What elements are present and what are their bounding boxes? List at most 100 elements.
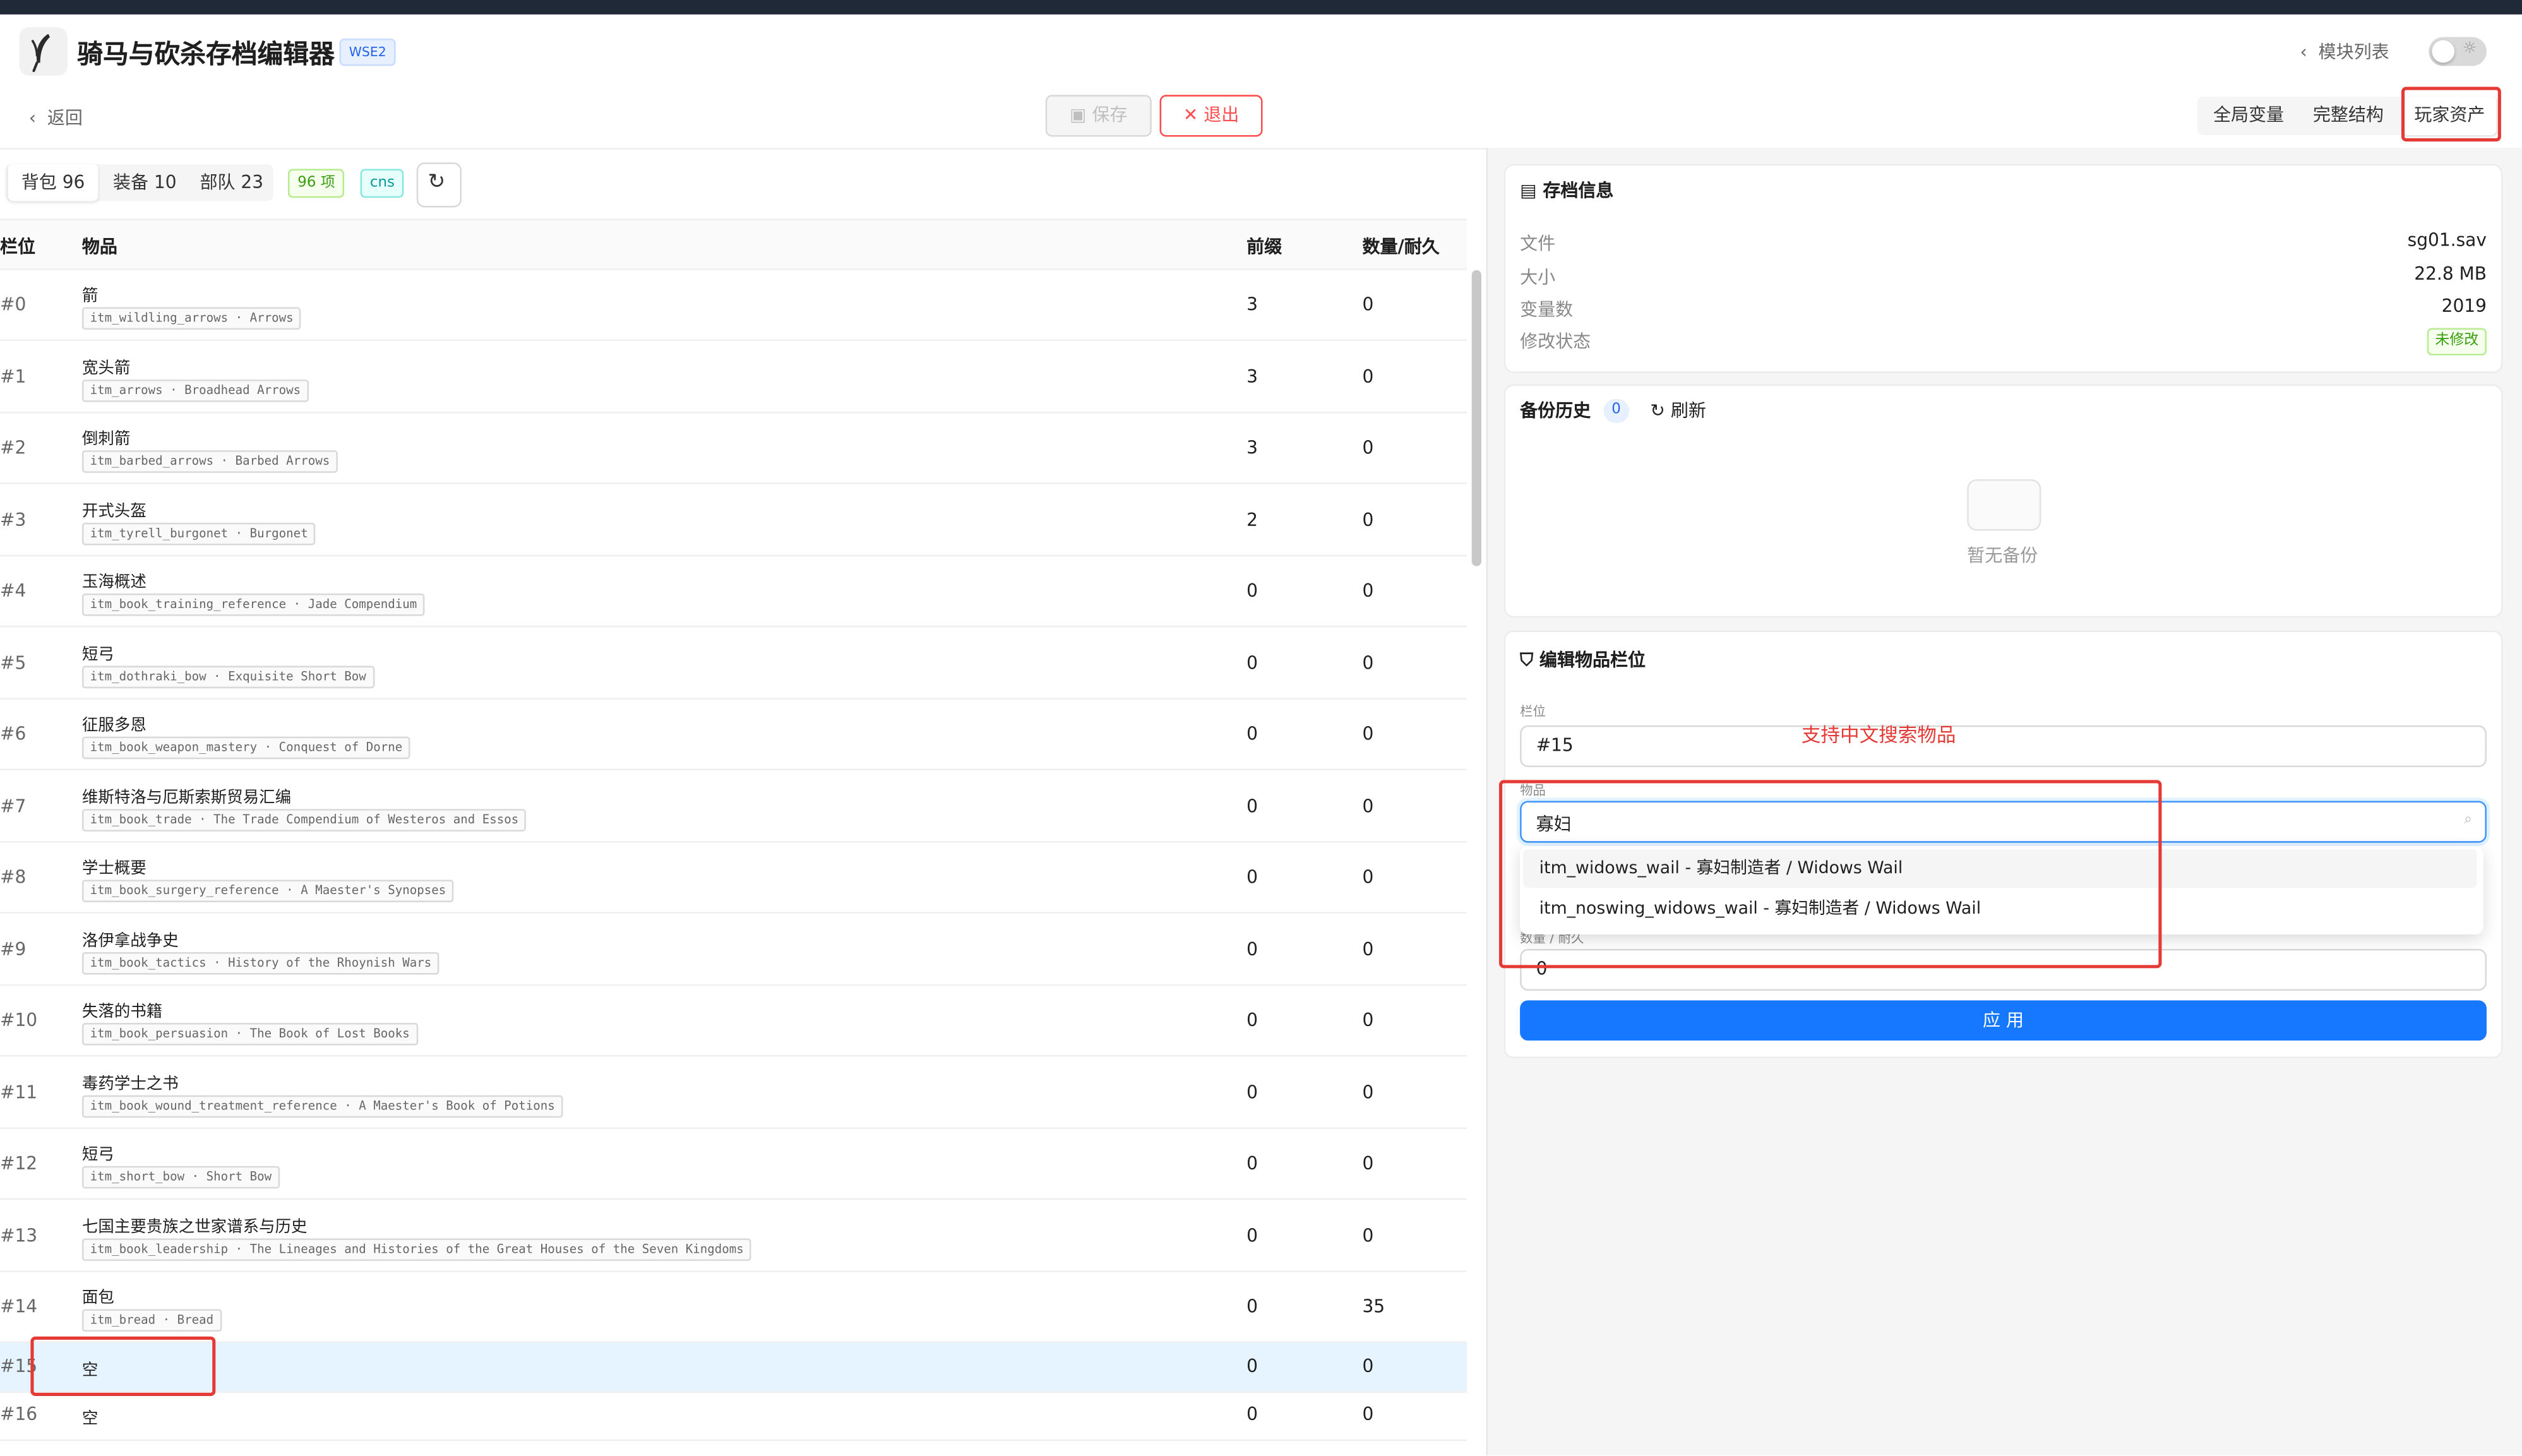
table-scrollbar[interactable] xyxy=(1471,270,1481,566)
table-row[interactable]: #6 征服多恩 itm_book_weapon_mastery · Conque… xyxy=(0,698,1467,771)
save-info-title-text: 存档信息 xyxy=(1543,180,1614,201)
row-prefix: 3 xyxy=(1246,366,1258,387)
tab-backpack[interactable]: 背包 96 xyxy=(8,164,99,201)
inbox-icon xyxy=(1967,479,2041,531)
table-row[interactable]: #14 面包 itm_bread · Bread 0 35 xyxy=(0,1270,1467,1343)
table-row[interactable]: #5 短弓 itm_dothraki_bow · Exquisite Short… xyxy=(0,626,1467,699)
row-prefix: 0 xyxy=(1246,866,1258,888)
item-count-tag: 96 项 xyxy=(287,169,345,198)
row-item-code: itm_book_persuasion · The Book of Lost B… xyxy=(81,1023,418,1046)
row-item-code: itm_arrows · Broadhead Arrows xyxy=(81,378,309,402)
row-item-name: 学士概要 xyxy=(81,860,146,878)
back-label: 返回 xyxy=(47,107,83,129)
row-slot: #10 xyxy=(0,1010,38,1031)
table-row[interactable]: #11 毒药学士之书 itm_book_wound_treatment_refe… xyxy=(0,1056,1467,1128)
table-row[interactable]: #13 七国主要贵族之世家谱系与历史 itm_book_leadership ·… xyxy=(0,1199,1467,1272)
panel-divider xyxy=(1486,148,1488,1456)
table-row[interactable]: #1 宽头箭 itm_arrows · Broadhead Arrows 3 0 xyxy=(0,340,1467,413)
row-item-name: 毒药学士之书 xyxy=(81,1075,179,1093)
save-button[interactable]: ▣ 保存 xyxy=(1045,95,1152,137)
edit-slot-title: ⛉ 编辑物品栏位 xyxy=(1520,647,1646,672)
annotation-box-selected-slot xyxy=(30,1336,216,1396)
row-qty: 0 xyxy=(1362,652,1374,674)
table-row[interactable]: #3 开式头盔 itm_tyrell_burgonet · Burgonet 2… xyxy=(0,483,1467,556)
row-qty: 0 xyxy=(1362,580,1374,602)
row-item-name: 玉海概述 xyxy=(81,574,146,592)
tab-global-variables[interactable]: 全局变量 xyxy=(2197,97,2300,135)
col-prefix: 前缀 xyxy=(1246,236,1282,258)
table-row[interactable]: #10 失落的书籍 itm_book_persuasion · The Book… xyxy=(0,984,1467,1057)
table-row[interactable]: #9 洛伊拿战争史 itm_book_tactics · History of … xyxy=(0,913,1467,986)
module-list-link[interactable]: ‹ 模块列表 xyxy=(2300,39,2389,64)
row-prefix: 0 xyxy=(1246,652,1258,674)
window-top-strip xyxy=(0,0,2522,15)
row-prefix: 0 xyxy=(1246,1010,1258,1031)
row-qty: 0 xyxy=(1362,866,1374,888)
tab-full-structure[interactable]: 完整结构 xyxy=(2300,97,2396,135)
version-badge: WSE2 xyxy=(339,39,396,66)
backup-title: 备份历史 xyxy=(1520,400,1591,422)
row-slot: #5 xyxy=(0,652,27,674)
row-slot: #4 xyxy=(0,580,27,602)
status-badge: 未修改 xyxy=(2427,328,2487,355)
row-qty: 0 xyxy=(1362,294,1374,316)
row-item-code: itm_wildling_arrows · Arrows xyxy=(81,307,302,330)
inventory-refresh-button[interactable]: ↻ xyxy=(416,162,462,208)
search-icon: ⌕ xyxy=(2464,812,2473,828)
row-slot: #16 xyxy=(0,1404,38,1425)
row-item-name: 面包 xyxy=(81,1289,114,1308)
backup-empty-text: 暂无备份 xyxy=(1967,545,2038,566)
sun-icon: ☼ xyxy=(2462,40,2477,58)
info-label-status: 修改状态 xyxy=(1520,331,1591,352)
slot-field[interactable]: #15 xyxy=(1520,725,2487,768)
edit-slot-title-text: 编辑物品栏位 xyxy=(1539,650,1646,671)
row-qty: 0 xyxy=(1362,724,1374,745)
table-row[interactable]: #8 学士概要 itm_book_surgery_reference · A M… xyxy=(0,841,1467,914)
table-row[interactable]: #0 箭 itm_wildling_arrows · Arrows 3 0 xyxy=(0,268,1467,342)
table-row[interactable]: #12 短弓 itm_short_bow · Short Bow 0 0 xyxy=(0,1128,1467,1200)
theme-toggle[interactable]: ☼ xyxy=(2429,37,2487,66)
row-qty: 0 xyxy=(1362,795,1374,816)
backup-history-card: 备份历史 0 ↻ 刷新 暂无备份 xyxy=(1503,384,2503,618)
col-slot: 栏位 xyxy=(0,236,36,258)
row-prefix: 0 xyxy=(1246,1355,1258,1376)
row-qty: 0 xyxy=(1362,938,1374,960)
row-item-code: itm_barbed_arrows · Barbed Arrows xyxy=(81,450,338,473)
save-label: 保存 xyxy=(1092,104,1128,126)
backup-refresh-button[interactable]: ↻ 刷新 xyxy=(1650,397,1706,423)
apply-button[interactable]: 应 用 xyxy=(1520,1000,2487,1041)
chevron-left-icon: ‹ xyxy=(28,107,47,129)
row-item-name: 短弓 xyxy=(81,645,114,664)
table-row-selected[interactable]: #15 空 0 0 xyxy=(0,1342,1467,1392)
slot-field-label: 栏位 xyxy=(1520,704,1546,719)
row-prefix: 0 xyxy=(1246,1224,1258,1246)
row-item-code: itm_tyrell_burgonet · Burgonet xyxy=(81,522,316,545)
row-qty: 0 xyxy=(1362,366,1374,387)
backup-count-badge: 0 xyxy=(1603,398,1629,423)
row-qty: 0 xyxy=(1362,1355,1374,1376)
table-row[interactable]: #2 倒刺箭 itm_barbed_arrows · Barbed Arrows… xyxy=(0,412,1467,484)
row-item-name: 空 xyxy=(81,1410,99,1428)
row-slot: #1 xyxy=(0,366,27,387)
row-item-code: itm_book_surgery_reference · A Maester's… xyxy=(81,880,454,902)
row-item-code: itm_book_training_reference · Jade Compe… xyxy=(81,593,425,616)
row-prefix: 3 xyxy=(1246,437,1258,458)
row-item-name: 七国主要贵族之世家谱系与历史 xyxy=(81,1218,308,1236)
table-row[interactable]: #4 玉海概述 itm_book_training_reference · Ja… xyxy=(0,555,1467,628)
refresh-icon: ↻ xyxy=(427,170,446,195)
tab-troops[interactable]: 部队 23 xyxy=(188,164,275,201)
row-item-name: 失落的书籍 xyxy=(81,1003,163,1022)
row-item-code: itm_book_wound_treatment_reference · A M… xyxy=(81,1094,563,1118)
row-qty: 0 xyxy=(1362,1081,1374,1103)
table-row[interactable]: #16 空 0 0 xyxy=(0,1391,1467,1441)
info-value-variables: 2019 xyxy=(2441,295,2487,317)
table-row[interactable]: #7 维斯特洛与厄斯索斯贸易汇编 itm_book_trade · The Tr… xyxy=(0,770,1467,842)
info-label-variables: 变量数 xyxy=(1520,299,1574,320)
col-qty: 数量/耐久 xyxy=(1362,236,1440,258)
exit-button[interactable]: ✕ 退出 xyxy=(1159,95,1263,137)
row-item-name: 开式头盔 xyxy=(81,503,146,521)
back-button[interactable]: ‹ 返回 xyxy=(29,105,83,131)
exit-label: 退出 xyxy=(1204,104,1240,126)
tab-equipment[interactable]: 装备 10 xyxy=(101,164,188,201)
app-header: 骑马与砍杀存档编辑器 WSE2 ‹ 模块列表 ☼ xyxy=(0,14,2522,87)
